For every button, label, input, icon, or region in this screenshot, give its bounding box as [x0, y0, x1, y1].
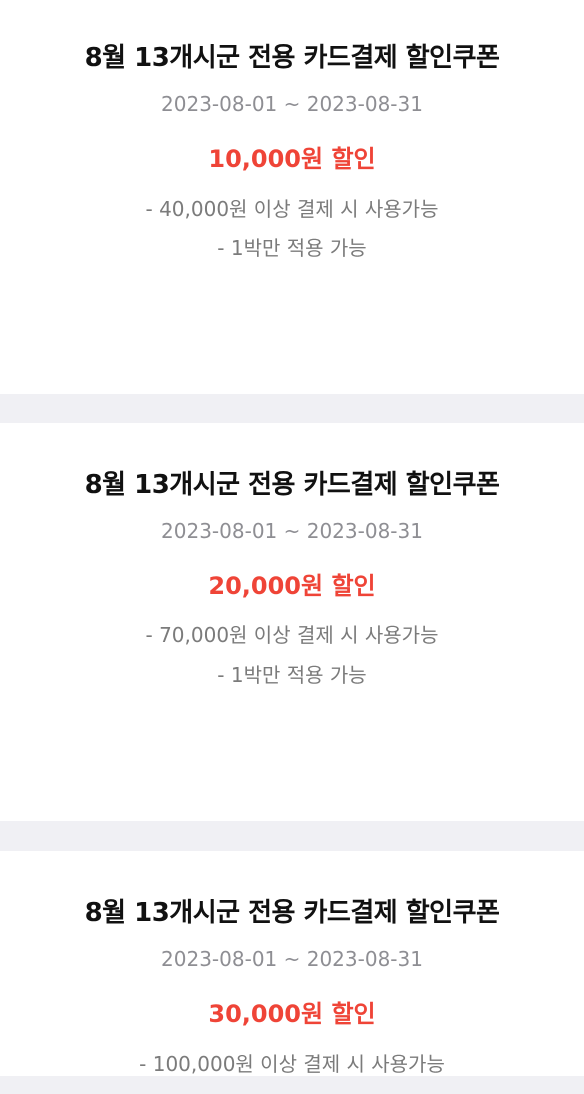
- coupon-condition: - 1박만 적용 가능: [217, 663, 367, 687]
- coupon-discount: 10,000원 할인: [208, 145, 376, 173]
- coupon-discount: 30,000원 할인: [208, 1000, 376, 1028]
- coupon-title: 8월 13개시군 전용 카드결제 할인쿠폰: [84, 898, 500, 928]
- coupon-condition: - 70,000원 이상 결제 시 사용가능: [145, 623, 439, 647]
- coupon-title: 8월 13개시군 전용 카드결제 할인쿠폰: [84, 470, 500, 500]
- coupon-list: 8월 13개시군 전용 카드결제 할인쿠폰 2023-08-01 ~ 2023-…: [0, 0, 584, 1094]
- coupon-condition: - 1박만 적용 가능: [217, 236, 367, 260]
- coupon-card[interactable]: 8월 13개시군 전용 카드결제 할인쿠폰 2023-08-01 ~ 2023-…: [0, 0, 584, 394]
- coupon-condition: - 100,000원 이상 결제 시 사용가능: [139, 1052, 445, 1076]
- coupon-card[interactable]: 8월 13개시군 전용 카드결제 할인쿠폰 2023-08-01 ~ 2023-…: [0, 423, 584, 821]
- coupon-period: 2023-08-01 ~ 2023-08-31: [161, 92, 423, 116]
- coupon-title: 8월 13개시군 전용 카드결제 할인쿠폰: [84, 43, 500, 73]
- coupon-condition: - 40,000원 이상 결제 시 사용가능: [145, 197, 439, 221]
- coupon-period: 2023-08-01 ~ 2023-08-31: [161, 519, 423, 543]
- coupon-discount: 20,000원 할인: [208, 572, 376, 600]
- coupon-card[interactable]: 8월 13개시군 전용 카드결제 할인쿠폰 2023-08-01 ~ 2023-…: [0, 851, 584, 1076]
- coupon-period: 2023-08-01 ~ 2023-08-31: [161, 947, 423, 971]
